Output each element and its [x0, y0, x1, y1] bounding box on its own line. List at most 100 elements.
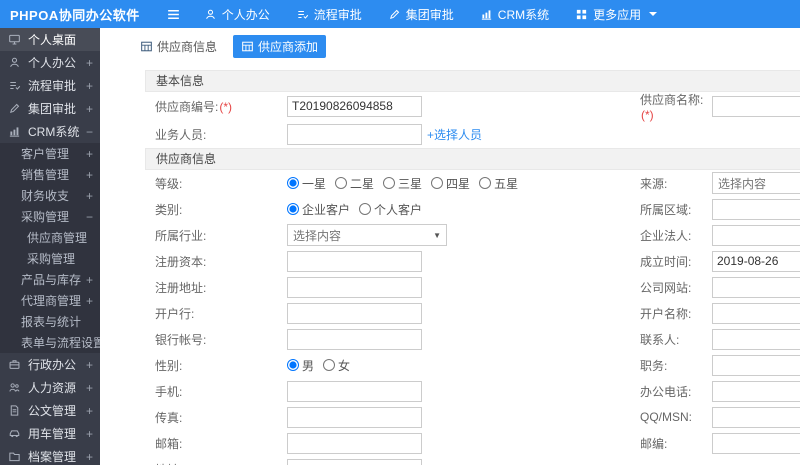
topnav-item-process-approval[interactable]: 流程审批 [283, 0, 375, 28]
position-input[interactable] [712, 354, 800, 376]
website-input[interactable] [712, 276, 800, 298]
sidebar-item-agent-mgmt[interactable]: 代理商管理 + [0, 290, 100, 311]
folder-icon [8, 450, 23, 463]
level-option[interactable]: 一星 [287, 175, 326, 192]
industry-select[interactable]: 选择内容 ▼ [287, 224, 447, 246]
level-field: 一星 二星 三星 四星 五星 [287, 175, 640, 192]
category-option[interactable]: 企业客户 [287, 201, 350, 218]
expand-plus-icon[interactable]: + [86, 79, 93, 93]
chart-icon [480, 8, 493, 21]
expand-plus-icon[interactable]: + [86, 168, 93, 182]
postcode-input[interactable] [712, 432, 800, 454]
bank-account-input[interactable] [287, 328, 422, 350]
level-option[interactable]: 五星 [479, 175, 518, 192]
sidebar-item-admin-office[interactable]: 行政办公 + [0, 353, 100, 376]
fax-input[interactable] [287, 406, 422, 428]
radio-label: 三星 [398, 176, 423, 191]
sidebar-item-archive-mgmt[interactable]: 档案管理 + [0, 445, 100, 465]
region-input[interactable] [712, 198, 800, 220]
sidebar-item-crm-system[interactable]: CRM系统 − [0, 120, 100, 143]
collapse-minus-icon[interactable]: − [86, 210, 93, 224]
menu-icon [166, 7, 181, 22]
sidebar-item-vehicle-mgmt[interactable]: 用车管理 + [0, 422, 100, 445]
account-name-input[interactable] [712, 302, 800, 324]
sidebar-item-sales-mgmt[interactable]: 销售管理 + [0, 164, 100, 185]
qq-msn-input[interactable] [712, 406, 800, 428]
gender-option[interactable]: 男 [287, 357, 314, 374]
expand-plus-icon[interactable]: + [86, 102, 93, 116]
expand-plus-icon[interactable]: + [86, 358, 93, 372]
sidebar-item-reports-stats[interactable]: 报表与统计 [0, 311, 100, 332]
expand-plus-icon[interactable]: + [86, 381, 93, 395]
category-radio[interactable] [359, 203, 372, 215]
edit-icon [388, 8, 401, 21]
supplier-code-input[interactable] [287, 95, 422, 117]
office-phone-input[interactable] [712, 380, 800, 402]
sidebar-item-personal-office[interactable]: 个人办公 + [0, 51, 100, 74]
source-field: 选择内容▼ [712, 172, 800, 194]
radio-label: 一星 [302, 176, 327, 191]
radio-label: 男 [302, 358, 315, 373]
expand-plus-icon[interactable]: + [86, 56, 93, 70]
expand-plus-icon[interactable]: + [86, 273, 93, 287]
hamburger-menu-icon[interactable] [156, 0, 191, 28]
tab-supplier-add[interactable]: 供应商添加 [233, 35, 327, 58]
registered-address-input[interactable] [287, 276, 422, 298]
sidebar-item-personal-desktop[interactable]: 个人桌面 [0, 28, 100, 51]
address-input[interactable] [287, 458, 422, 465]
expand-plus-icon[interactable]: + [86, 427, 93, 441]
expand-plus-icon[interactable]: + [86, 404, 93, 418]
level-radio[interactable] [431, 177, 444, 189]
level-radio[interactable] [335, 177, 348, 189]
source-select[interactable]: 选择内容▼ [712, 172, 800, 194]
level-option[interactable]: 三星 [383, 175, 422, 192]
level-radio[interactable] [479, 177, 492, 189]
registered-capital-input[interactable] [287, 250, 422, 272]
gender-option[interactable]: 女 [323, 357, 350, 374]
select-person-link[interactable]: +选择人员 [427, 126, 482, 143]
level-label: 等级: [155, 176, 183, 191]
topnav-item-group-approval[interactable]: 集团审批 [375, 0, 467, 28]
topnav-item-more-apps[interactable]: 更多应用 [562, 0, 670, 28]
level-radio[interactable] [383, 177, 396, 189]
contact-input[interactable] [712, 328, 800, 350]
level-option[interactable]: 四星 [431, 175, 470, 192]
sidebar-item-procurement-mgmt[interactable]: 采购管理 − [0, 206, 100, 227]
gender-radio[interactable] [323, 359, 336, 371]
sidebar-item-process-approval[interactable]: 流程审批 + [0, 74, 100, 97]
level-option[interactable]: 二星 [335, 175, 374, 192]
level-radio[interactable] [287, 177, 299, 189]
sidebar-item-form-process-settings[interactable]: 表单与流程设置+ [0, 332, 100, 353]
sidebar-item-purchase-mgmt[interactable]: 采购管理 [0, 248, 100, 269]
legal-person-input[interactable] [712, 224, 800, 246]
topnav-item-crm-system[interactable]: CRM系统 [467, 0, 562, 28]
category-radio[interactable] [287, 203, 299, 215]
sidebar-item-supplier-mgmt[interactable]: 供应商管理 [0, 227, 100, 248]
sidebar-item-human-resources[interactable]: 人力资源 + [0, 376, 100, 399]
collapse-minus-icon[interactable]: − [86, 125, 93, 139]
tab-supplier-info[interactable]: 供应商信息 [132, 35, 225, 58]
supplier-name-input[interactable] [712, 95, 800, 117]
email-input[interactable] [287, 432, 422, 454]
category-option[interactable]: 个人客户 [359, 201, 422, 218]
source-label: 来源: [640, 176, 668, 191]
expand-plus-icon[interactable]: + [86, 450, 93, 464]
sidebar-item-finance-io[interactable]: 财务收支 + [0, 185, 100, 206]
expand-plus-icon[interactable]: + [86, 147, 93, 161]
expand-plus-icon[interactable]: + [86, 294, 93, 308]
sidebar-item-group-approval[interactable]: 集团审批 + [0, 97, 100, 120]
mobile-input[interactable] [287, 380, 422, 402]
established-date-input[interactable] [712, 250, 800, 272]
expand-plus-icon[interactable]: + [86, 189, 93, 203]
app-logo: PHPOA协同办公软件 [10, 7, 140, 23]
sidebar-item-document-mgmt[interactable]: 公文管理 + [0, 399, 100, 422]
bank-input[interactable] [287, 302, 422, 324]
sidebar-item-product-inventory[interactable]: 产品与库存 + [0, 269, 100, 290]
fax-label: 传真: [155, 410, 183, 425]
sidebar-item-label: 供应商管理 [27, 231, 88, 245]
bank-account-field [287, 328, 640, 350]
sidebar-item-customer-mgmt[interactable]: 客户管理 + [0, 143, 100, 164]
topnav-item-personal-office[interactable]: 个人办公 [191, 0, 283, 28]
gender-radio[interactable] [287, 359, 299, 371]
business-person-input[interactable] [287, 123, 422, 145]
